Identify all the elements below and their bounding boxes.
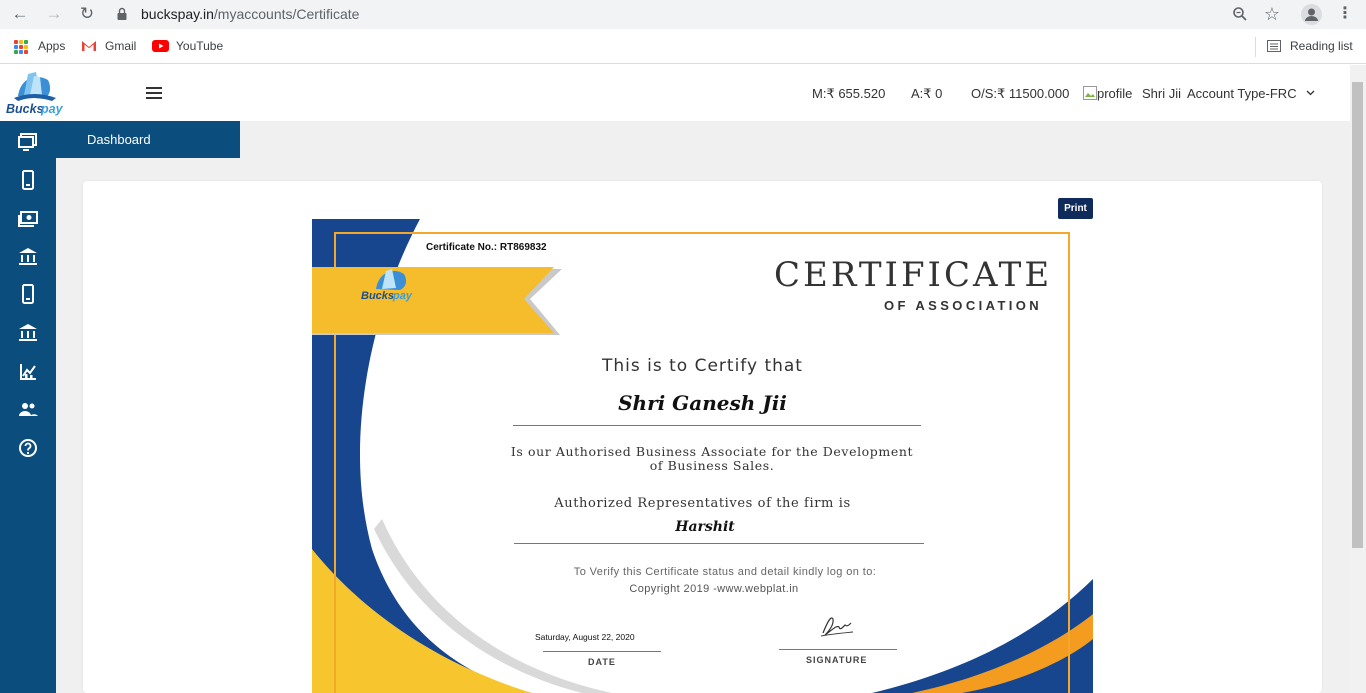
sidebar-item-dashboard[interactable]: Dashboard: [56, 121, 240, 158]
monitor-icon[interactable]: [17, 131, 39, 153]
buckspay-logo[interactable]: Bucks pay: [4, 68, 64, 118]
account-type-dropdown[interactable]: Account Type-FRC: [1187, 86, 1315, 102]
bank-icon[interactable]: [17, 321, 39, 343]
gmail-icon: [82, 41, 96, 51]
lock-icon: [117, 7, 127, 20]
account-icon[interactable]: [1301, 4, 1322, 25]
bookmark-gmail[interactable]: Gmail: [105, 29, 136, 63]
chevron-down-icon: [1306, 90, 1315, 96]
youtube-icon: [152, 40, 169, 52]
star-icon[interactable]: ☆: [1262, 4, 1282, 24]
users-icon[interactable]: [17, 398, 39, 420]
mobile-icon[interactable]: [17, 169, 39, 191]
broken-image-icon: [1083, 86, 1097, 100]
representative-name: Harshit: [675, 519, 735, 535]
browser-address-bar: ← → ↻ buckspay.in/myaccounts/Certificate…: [0, 0, 1366, 29]
certificate-subtitle: OF ASSOCIATION: [884, 298, 1043, 313]
back-icon[interactable]: ←: [10, 4, 30, 24]
chart-icon[interactable]: [17, 361, 39, 383]
profile-alt-text: profile: [1097, 86, 1133, 101]
help-icon[interactable]: [17, 437, 39, 459]
scrollbar-thumb[interactable]: [1352, 82, 1363, 548]
reload-icon[interactable]: ↻: [77, 4, 97, 24]
representative-line: Authorized Representatives of the firm i…: [554, 496, 851, 511]
certificate-title: CERTIFICATE: [774, 255, 1053, 295]
forward-icon[interactable]: →: [44, 4, 64, 24]
url-host: buckspay.in: [141, 6, 214, 22]
reading-list-link[interactable]: Reading list: [1290, 29, 1353, 63]
bookmarks-bar: Apps Gmail YouTube Reading list: [0, 29, 1366, 64]
certificate: Bucks pay Certificate No.: RT869832 CERT…: [312, 219, 1093, 693]
money-icon[interactable]: [17, 207, 39, 229]
zoom-icon[interactable]: [1232, 6, 1248, 22]
date-label: DATE: [588, 657, 616, 667]
signature-underline: [779, 649, 897, 650]
signature-image: [803, 605, 867, 645]
holder-name: Shri Ganesh Jii: [618, 391, 787, 415]
reading-list-icon: [1267, 40, 1281, 52]
bookmark-youtube[interactable]: YouTube: [176, 29, 223, 63]
svg-text:Bucks: Bucks: [6, 102, 44, 116]
apps-icon[interactable]: [14, 40, 28, 54]
association-text: Is our Authorised Business Associate for…: [510, 444, 914, 473]
certify-line: This is to Certify that: [602, 356, 803, 376]
sidebar: [0, 121, 56, 693]
date-underline: [543, 651, 661, 652]
url-field[interactable]: buckspay.in/myaccounts/Certificate: [141, 0, 359, 29]
bookmark-apps[interactable]: Apps: [38, 29, 65, 63]
url-path: /myaccounts/Certificate: [213, 6, 360, 22]
verify-text: To Verify this Certificate status and de…: [573, 566, 877, 578]
profile-image[interactable]: profile: [1083, 86, 1132, 102]
outstanding-balance: O/S:₹ 11500.000: [971, 86, 1070, 101]
svg-text:pay: pay: [40, 102, 64, 116]
bookmarks-divider: [1255, 37, 1256, 57]
hamburger-menu-icon[interactable]: [146, 87, 162, 99]
print-button[interactable]: Print: [1058, 198, 1093, 219]
a-balance: A:₹ 0: [911, 86, 943, 101]
name-underline: [513, 425, 921, 426]
svg-text:pay: pay: [392, 290, 413, 302]
mobile-icon[interactable]: [17, 283, 39, 305]
certificate-number: Certificate No.: RT869832: [426, 242, 547, 253]
svg-text:Bucks: Bucks: [361, 290, 394, 302]
account-type-label: Account Type-FRC: [1187, 86, 1297, 101]
copyright-text: Copyright 2019 -www.webplat.in: [629, 583, 799, 595]
signature-scribble: [820, 617, 854, 637]
user-name[interactable]: Shri Jii: [1142, 86, 1181, 102]
representative-underline: [514, 543, 924, 544]
bank-icon[interactable]: [17, 245, 39, 267]
main-balance: M:₹ 655.520: [812, 86, 886, 101]
certificate-date: Saturday, August 22, 2020: [535, 632, 635, 642]
signature-label: SIGNATURE: [806, 655, 868, 665]
menu-kebab-icon[interactable]: ⋮: [1335, 4, 1355, 24]
